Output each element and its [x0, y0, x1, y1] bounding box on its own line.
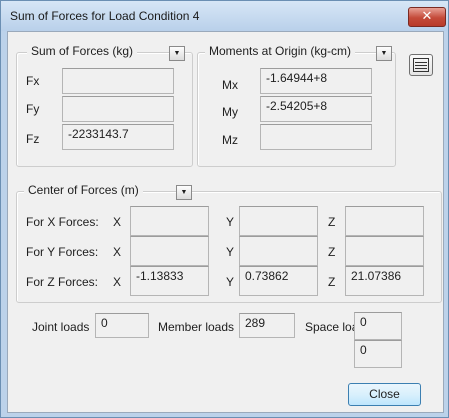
x-axis-label: X — [113, 275, 122, 289]
window-title: Sum of Forces for Load Condition 4 — [10, 9, 200, 23]
space-loads-field-2[interactable]: 0 — [354, 340, 402, 368]
z-forces-x-field[interactable]: -1.13833 — [130, 266, 209, 296]
sum-of-forces-legend: Sum of Forces (kg) — [27, 44, 138, 58]
close-button[interactable]: Close — [348, 383, 421, 406]
mz-label: Mz — [222, 133, 238, 147]
sum-of-forces-units-dropdown[interactable]: ▼ — [169, 46, 185, 61]
fy-field[interactable] — [62, 96, 174, 122]
joint-loads-label: Joint loads — [32, 320, 90, 334]
list-view-button[interactable] — [409, 54, 433, 76]
y-forces-z-field[interactable] — [345, 236, 424, 266]
dialog-body: Sum of Forces (kg) ▼ Fx Fy Fz -2233143.7… — [7, 31, 444, 413]
sum-of-forces-group: Sum of Forces (kg) ▼ Fx Fy Fz -2233143.7 — [16, 44, 193, 167]
member-loads-label: Member loads — [158, 320, 235, 334]
x-forces-z-field[interactable] — [345, 206, 424, 236]
center-of-forces-legend: Center of Forces (m) — [24, 183, 143, 197]
y-forces-y-field[interactable] — [239, 236, 318, 266]
fy-label: Fy — [26, 102, 40, 116]
title-bar[interactable]: Sum of Forces for Load Condition 4 ✕ — [1, 1, 448, 31]
space-loads-field[interactable]: 0 — [354, 312, 402, 340]
center-of-forces-units-dropdown[interactable]: ▼ — [176, 185, 192, 200]
for-x-forces-label: For X Forces: — [26, 215, 99, 229]
mz-field[interactable] — [260, 124, 372, 150]
x-axis-label: X — [113, 215, 122, 229]
y-axis-label: Y — [226, 215, 235, 229]
x-axis-label: X — [113, 245, 122, 259]
y-axis-label: Y — [226, 245, 235, 259]
mx-field[interactable]: -1.64944+8 — [260, 68, 372, 94]
z-forces-y-field[interactable]: 0.73862 — [239, 266, 318, 296]
window-close-icon[interactable]: ✕ — [408, 7, 446, 27]
z-axis-label: Z — [328, 245, 336, 259]
z-forces-z-field[interactable]: 21.07386 — [345, 266, 424, 296]
fx-label: Fx — [26, 74, 40, 88]
moments-legend: Moments at Origin (kg-cm) — [205, 44, 356, 58]
member-loads-field[interactable]: 289 — [239, 313, 295, 338]
my-field[interactable]: -2.54205+8 — [260, 96, 372, 122]
x-forces-y-field[interactable] — [239, 206, 318, 236]
dialog-window: Sum of Forces for Load Condition 4 ✕ Sum… — [0, 0, 449, 418]
center-of-forces-group: Center of Forces (m) ▼ For X Forces: X Y… — [16, 183, 442, 303]
moments-group: Moments at Origin (kg-cm) ▼ Mx -1.64944+… — [197, 44, 396, 167]
x-forces-x-field[interactable] — [130, 206, 209, 236]
fz-field[interactable]: -2233143.7 — [62, 124, 174, 150]
for-y-forces-label: For Y Forces: — [26, 245, 99, 259]
z-axis-label: Z — [328, 215, 336, 229]
y-axis-label: Y — [226, 275, 235, 289]
y-forces-x-field[interactable] — [130, 236, 209, 266]
mx-label: Mx — [222, 78, 238, 92]
joint-loads-field[interactable]: 0 — [95, 313, 149, 338]
moments-units-dropdown[interactable]: ▼ — [376, 46, 392, 61]
fx-field[interactable] — [62, 68, 174, 94]
z-axis-label: Z — [328, 275, 336, 289]
my-label: My — [222, 105, 238, 119]
for-z-forces-label: For Z Forces: — [26, 275, 99, 289]
fz-label: Fz — [26, 132, 40, 146]
